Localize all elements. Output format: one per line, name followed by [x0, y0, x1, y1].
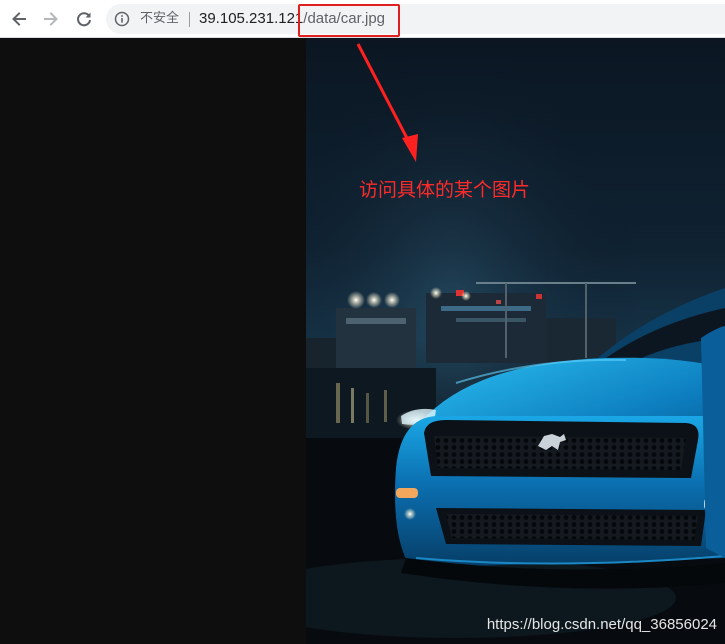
browser-toolbar: 不安全 39.105.231.121/data/car.jpg — [0, 0, 725, 38]
reload-icon — [77, 12, 91, 27]
info-icon[interactable] — [114, 11, 130, 27]
arrow-right-icon — [44, 12, 58, 26]
omnibox-separator — [189, 12, 190, 27]
annotation-label: 访问具体的某个图片 — [359, 179, 531, 201]
url-path-highlight-box — [298, 4, 400, 37]
url-host: 39.105.231.121 — [199, 10, 304, 27]
page-background — [0, 38, 306, 644]
security-label[interactable]: 不安全 — [140, 11, 179, 27]
arrow-left-icon — [12, 12, 26, 26]
annotation-arrow — [356, 43, 418, 162]
forward-button[interactable] — [38, 6, 64, 32]
back-button[interactable] — [6, 6, 32, 32]
watermark: https://blog.csdn.net/qq_36856024 — [486, 616, 717, 633]
address-bar[interactable]: 不安全 39.105.231.121/data/car.jpg — [106, 4, 725, 34]
reload-button[interactable] — [71, 6, 97, 32]
